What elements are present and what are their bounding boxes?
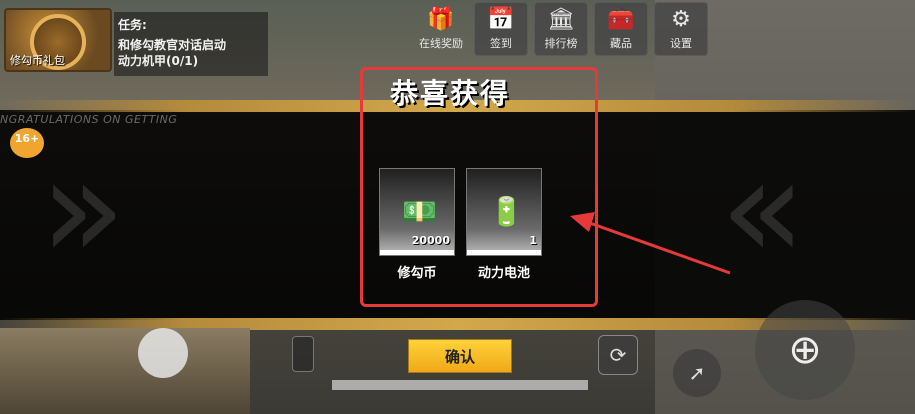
task-panel[interactable]: 任务: 和修勾教官对话启动 动力机甲(0/1) xyxy=(114,12,268,76)
settings-button[interactable]: ⚙ 设置 xyxy=(654,2,708,56)
leaderboard-label: 排行榜 xyxy=(544,36,578,50)
movement-joystick[interactable] xyxy=(138,328,188,378)
online-reward-label: 在线奖励 xyxy=(419,36,463,50)
reward-quantity: 20000 xyxy=(411,234,450,247)
task-desc-line2: 动力机甲(0/1) xyxy=(118,54,199,68)
gift-box-icon: 🎁 xyxy=(427,6,455,32)
sign-in-label: 签到 xyxy=(490,36,512,50)
collection-label: 藏品 xyxy=(610,36,632,50)
cash-stack-icon: 💵 xyxy=(402,195,437,228)
aim-button[interactable]: ⊕ xyxy=(755,300,855,400)
reward-item-coins[interactable]: 💵 20000 xyxy=(379,168,455,256)
congrats-english-text: NGRATULATIONS ON GETTING xyxy=(0,113,178,126)
calendar-check-icon: 📅 xyxy=(487,6,515,32)
task-title: 任务: xyxy=(118,18,147,32)
treasure-chest-icon: 🧰 xyxy=(607,6,635,32)
chevron-decor-left-1: » xyxy=(40,128,126,291)
crosshair-icon: ⊕ xyxy=(788,327,822,373)
reward-item-name: 动力电池 xyxy=(477,266,530,281)
collection-button[interactable]: 🧰 藏品 xyxy=(594,2,648,56)
sign-in-button[interactable]: 📅 签到 xyxy=(474,2,528,56)
confirm-button[interactable]: 确认 xyxy=(408,339,512,373)
helicopter-vehicle xyxy=(0,328,250,414)
reward-quantity: 1 xyxy=(529,234,537,247)
sprint-button[interactable]: ➚ xyxy=(673,349,721,397)
reward-title: 恭喜获得 xyxy=(390,77,511,110)
battery-icon: 🔋 xyxy=(489,195,524,228)
task-description: 和修勾教官对话启动 动力机甲(0/1) xyxy=(118,37,264,69)
gift-pack-button[interactable]: 修勾币礼包 xyxy=(4,8,112,72)
hud-bar xyxy=(332,380,588,390)
gear-icon: ⚙ xyxy=(671,6,691,32)
pointer-arrow-icon xyxy=(570,212,731,275)
leaderboard-icon: 🏛 xyxy=(547,6,575,32)
reload-icon: ⟳ xyxy=(609,343,627,367)
sprint-icon: ➚ xyxy=(688,361,706,385)
ammo-slot[interactable] xyxy=(292,336,314,372)
online-reward-button[interactable]: 🎁 在线奖励 xyxy=(414,2,468,56)
reward-item-battery[interactable]: 🔋 1 xyxy=(466,168,542,256)
age-rating-badge: 16+ xyxy=(10,128,44,158)
reload-button[interactable]: ⟳ xyxy=(598,335,638,375)
item-bar xyxy=(467,250,541,255)
reward-item-name: 修勾币 xyxy=(397,266,437,281)
settings-label: 设置 xyxy=(670,36,692,50)
gift-pack-label: 修勾币礼包 xyxy=(10,54,65,67)
leaderboard-button[interactable]: 🏛 排行榜 xyxy=(534,2,588,56)
item-bar xyxy=(380,250,454,255)
top-menu: 🎁 在线奖励 📅 签到 🏛 排行榜 🧰 藏品 ⚙ 设置 xyxy=(414,2,708,56)
task-desc-line1: 和修勾教官对话启动 xyxy=(118,38,227,52)
